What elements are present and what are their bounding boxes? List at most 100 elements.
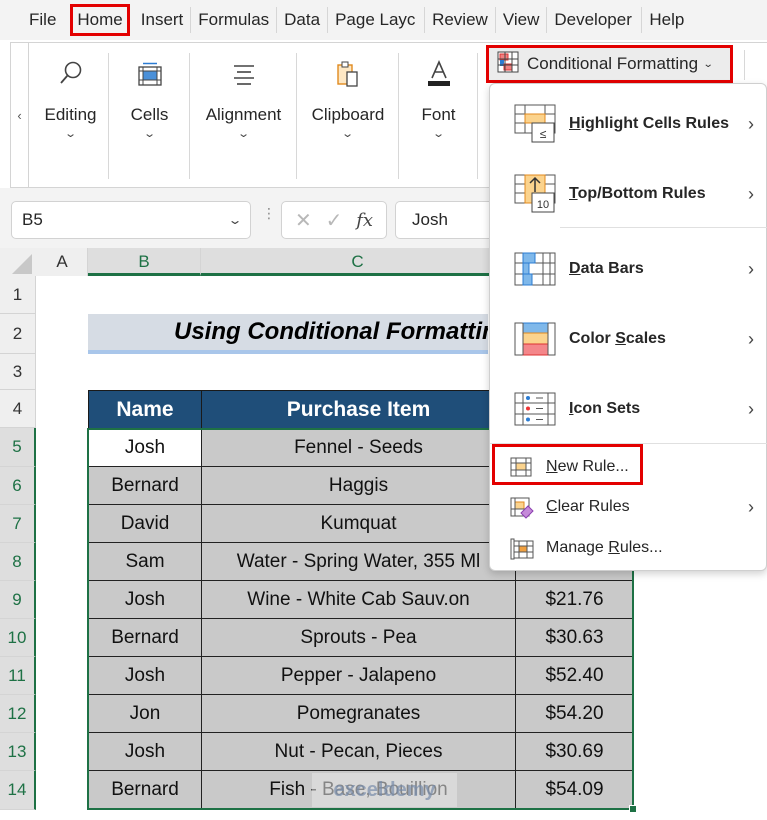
row-header-2[interactable]: 2 [0, 314, 36, 354]
tab-insert[interactable]: Insert [134, 7, 192, 33]
cell-name[interactable]: Josh [88, 580, 202, 619]
row-header-4[interactable]: 4 [0, 390, 36, 428]
insert-function-icon[interactable]: fx [356, 210, 373, 231]
cell-purchase-item[interactable]: Haggis [201, 466, 516, 505]
column-header-b[interactable]: B [88, 248, 201, 276]
row-header-3[interactable]: 3 [0, 354, 36, 390]
cells-icon [137, 57, 163, 91]
cell-purchase-item[interactable]: Fennel - Seeds [201, 428, 516, 467]
sheet-title: Using Conditional Formatting [88, 314, 488, 354]
column-header-c[interactable]: C [201, 248, 515, 276]
menu-item-clear-rules[interactable]: Clear Rules › [490, 488, 767, 526]
cell-purchase-item[interactable]: Sprouts - Pea [201, 618, 516, 657]
menu-item-label: Manage Rules... [546, 539, 663, 556]
tab-view[interactable]: View [496, 7, 548, 33]
cell-name[interactable]: Bernard [88, 466, 202, 505]
tab-review[interactable]: Review [425, 7, 496, 33]
enter-icon[interactable]: ✓ [326, 208, 343, 233]
menu-item-icon-sets[interactable]: Icon Sets › [490, 374, 767, 444]
tab-file[interactable]: File [19, 7, 70, 33]
cell-name[interactable]: Bernard [88, 770, 202, 809]
cell-purchase-item[interactable]: Nut - Pecan, Pieces [201, 732, 516, 771]
cell-purchase-item[interactable]: Pepper - Jalapeno [201, 656, 516, 695]
menu-item-highlight-cells-rules[interactable]: ≤ Highlight Cells Rules › [490, 89, 767, 159]
icon-sets-icon [514, 389, 558, 429]
table-row: Josh Wine - White Cab Sauv.on $21.76 [88, 580, 634, 619]
fill-handle[interactable] [629, 805, 637, 813]
menu-item-new-rule[interactable]: New Rule... [490, 448, 767, 486]
tab-formulas[interactable]: Formulas [191, 7, 278, 33]
conditional-formatting-button[interactable]: Conditional Formatting ⌄ [486, 45, 733, 83]
cell-name[interactable]: Josh [88, 428, 202, 467]
tab-data[interactable]: Data [277, 7, 329, 33]
tab-developer[interactable]: Developer [547, 7, 643, 33]
name-box[interactable]: B5 ⌄ [11, 201, 251, 239]
chevron-down-icon: ⌄ [237, 128, 250, 140]
chevron-right-icon: › [748, 496, 754, 517]
cell-name[interactable]: David [88, 504, 202, 543]
watermark: exceldemy [312, 773, 457, 807]
header-name[interactable]: Name [88, 390, 202, 429]
cell-purchase-item[interactable]: Pomegranates [201, 694, 516, 733]
chevron-down-icon: ⌄ [432, 128, 445, 140]
cell-purchase-item[interactable]: Wine - White Cab Sauv.on [201, 580, 516, 619]
menu-divider [490, 443, 767, 444]
ribbon-group-cells[interactable]: Cells ⌄ [110, 53, 190, 179]
cancel-icon[interactable]: ✕ [295, 208, 312, 233]
row-header-6[interactable]: 6 [0, 467, 36, 505]
cell-purchase-item[interactable]: Water - Spring Water, 355 Ml [201, 542, 516, 581]
header-purchase-item[interactable]: Purchase Item [201, 390, 516, 429]
table-row: Bernard Sprouts - Pea $30.63 [88, 618, 634, 657]
table-row: Josh Nut - Pecan, Pieces $30.69 [88, 732, 634, 771]
ribbon-group-clipboard[interactable]: Clipboard ⌄ [298, 53, 399, 179]
cell-name[interactable]: Bernard [88, 618, 202, 657]
cell-name[interactable]: Sam [88, 542, 202, 581]
tab-home[interactable]: Home [70, 4, 130, 36]
color-scales-icon [514, 319, 558, 359]
row-header-7[interactable]: 7 [0, 505, 36, 543]
drag-handle-icon[interactable]: ⋮ [262, 206, 276, 220]
cell-name[interactable]: Jon [88, 694, 202, 733]
row-header-5[interactable]: 5 [0, 428, 36, 467]
ribbon-divider [744, 50, 745, 80]
row-header-11[interactable]: 11 [0, 657, 36, 695]
menu-item-color-scales[interactable]: Color Scales › [490, 304, 767, 374]
row-header-14[interactable]: 14 [0, 771, 36, 810]
cell-name[interactable]: Josh [88, 656, 202, 695]
row-header-9[interactable]: 9 [0, 581, 36, 619]
cell-price[interactable]: $54.09 [515, 770, 634, 809]
row-header-12[interactable]: 12 [0, 695, 36, 733]
highlight-cells-icon: ≤ [514, 104, 558, 144]
cell-price[interactable]: $52.40 [515, 656, 634, 695]
row-header-13[interactable]: 13 [0, 733, 36, 771]
conditional-formatting-menu: ≤ Highlight Cells Rules › 10 Top/Bottom … [489, 83, 767, 571]
row-header-10[interactable]: 10 [0, 619, 36, 657]
cell-name[interactable]: Josh [88, 732, 202, 771]
cell-purchase-item[interactable]: Kumquat [201, 504, 516, 543]
chevron-down-icon[interactable]: ⌄ [227, 213, 242, 227]
row-header-1[interactable]: 1 [0, 276, 36, 314]
menu-item-manage-rules[interactable]: Manage Rules... [490, 529, 767, 567]
menu-item-data-bars[interactable]: Data Bars › [490, 234, 767, 304]
chevron-down-icon: ⌄ [702, 58, 714, 70]
menu-item-label: Data Bars [569, 260, 644, 277]
tab-help[interactable]: Help [642, 7, 691, 33]
row-header-8[interactable]: 8 [0, 543, 36, 581]
svg-text:≤: ≤ [540, 127, 547, 141]
ribbon-group-font[interactable]: Font ⌄ [400, 53, 478, 179]
cell-price[interactable]: $54.20 [515, 694, 634, 733]
select-all-button[interactable] [10, 252, 32, 274]
chevron-right-icon: › [748, 183, 754, 204]
cell-price[interactable]: $30.63 [515, 618, 634, 657]
tab-page-layout[interactable]: Page Layc [328, 7, 426, 33]
ribbon-group-alignment[interactable]: Alignment ⌄ [191, 53, 297, 179]
menu-item-top-bottom-rules[interactable]: 10 Top/Bottom Rules › [490, 159, 767, 229]
cell-price[interactable]: $21.76 [515, 580, 634, 619]
column-header-a[interactable]: A [37, 248, 88, 276]
ribbon-scroll-left-button[interactable]: ‹ [11, 43, 29, 187]
table-row: Jon Pomegranates $54.20 [88, 694, 634, 733]
cell-price[interactable]: $30.69 [515, 732, 634, 771]
ribbon-group-editing[interactable]: Editing ⌄ [33, 53, 109, 179]
conditional-formatting-label: Conditional Formatting [527, 54, 699, 73]
menu-item-label: Clear Rules [546, 498, 630, 515]
